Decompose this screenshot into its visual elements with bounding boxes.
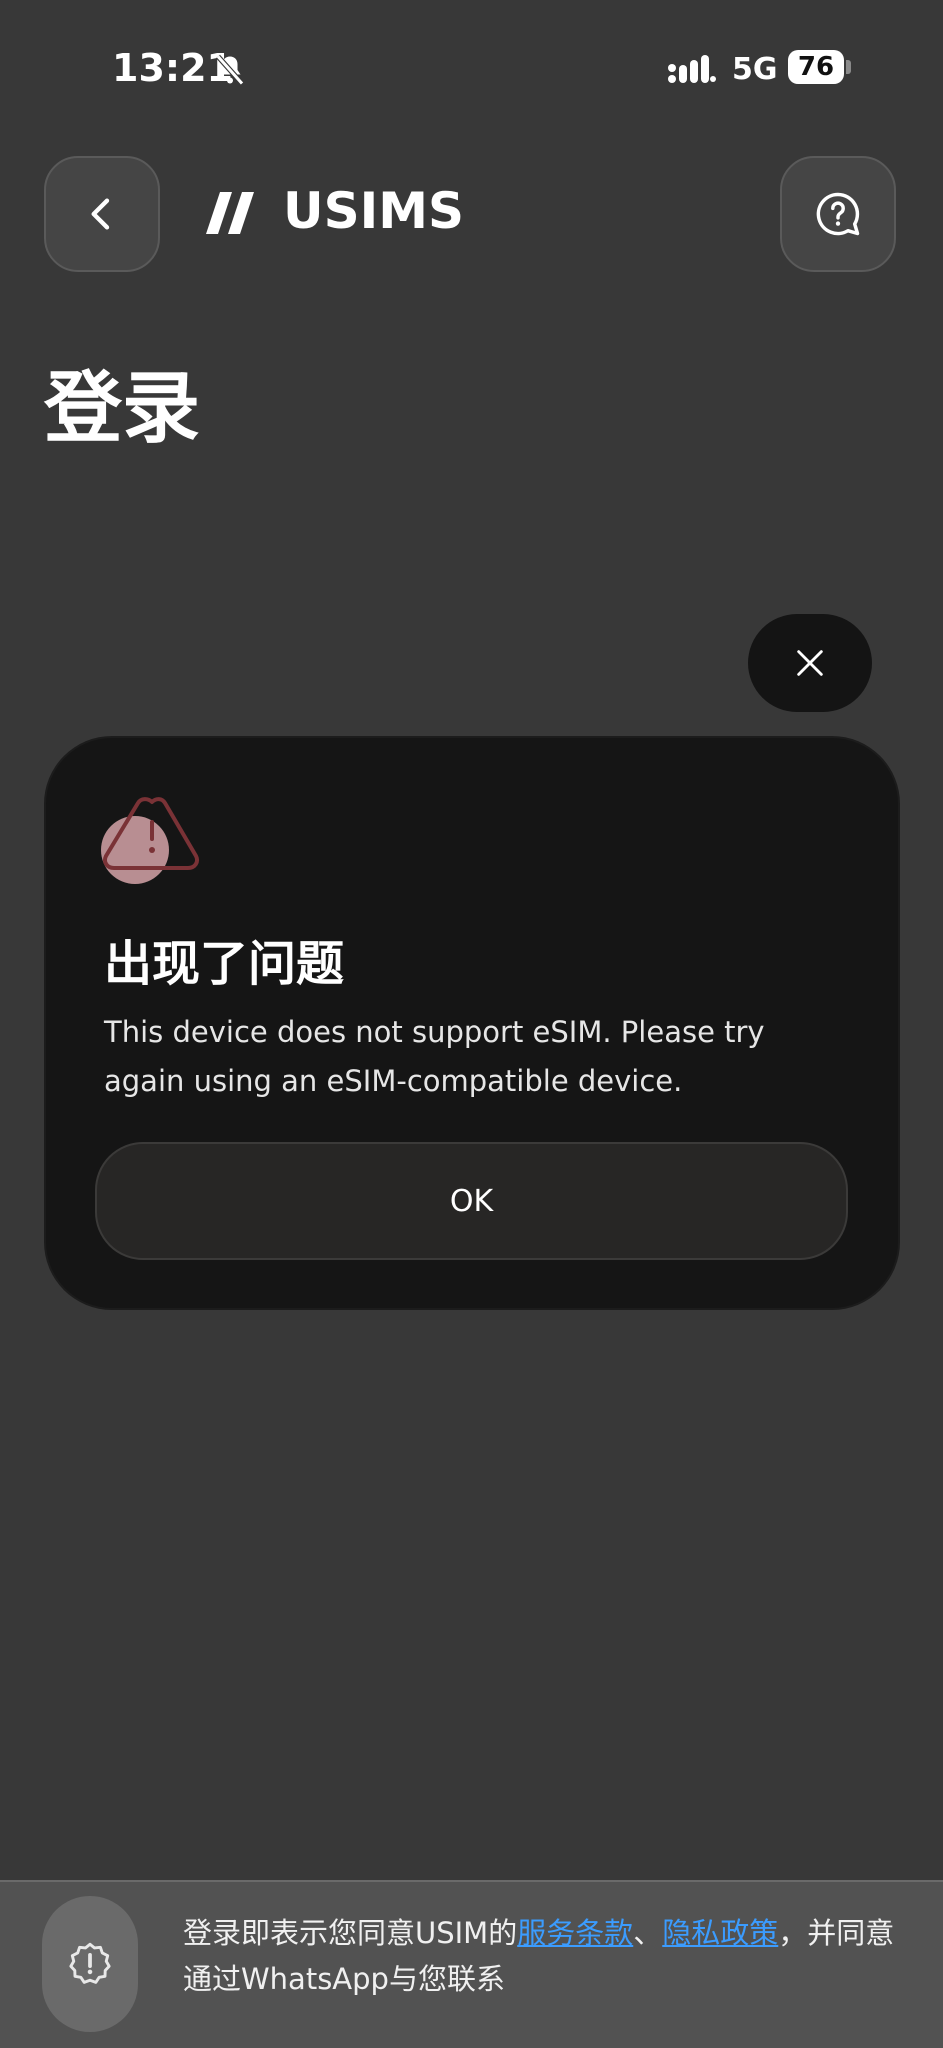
page-title: 登录	[44, 364, 201, 454]
close-icon	[797, 650, 823, 676]
battery-indicator: 76	[788, 50, 844, 84]
back-button[interactable]	[44, 156, 160, 272]
close-button[interactable]	[748, 614, 872, 712]
network-label: 5G	[732, 52, 778, 87]
consent-text: 登录即表示您同意USIM的服务条款、隐私政策，并同意通过WhatsApp与您联系	[183, 1910, 903, 2002]
brand-name: USIMS	[283, 182, 464, 240]
privacy-policy-link[interactable]: 隐私政策	[662, 1916, 778, 1950]
battery-nub	[846, 60, 851, 74]
dialog-message: This device does not support eSIM. Pleas…	[104, 1015, 765, 1098]
help-question-icon	[816, 192, 860, 236]
brand-logo-icon	[206, 192, 254, 234]
signal-icon	[668, 55, 716, 83]
help-button[interactable]	[780, 156, 896, 272]
back-chevron-icon	[91, 198, 110, 230]
warning-icon	[101, 797, 199, 884]
shield-alert-icon	[69, 1942, 111, 1984]
dialog-title: 出现了问题	[104, 936, 345, 992]
consent-separator: 、	[633, 1916, 663, 1950]
consent-icon-button[interactable]	[42, 1896, 138, 2032]
terms-of-service-link[interactable]: 服务条款	[517, 1916, 633, 1950]
bell-slash-icon	[216, 54, 244, 86]
ok-button[interactable]: OK	[95, 1142, 848, 1260]
consent-prefix: 登录即表示您同意USIM的	[183, 1916, 518, 1950]
